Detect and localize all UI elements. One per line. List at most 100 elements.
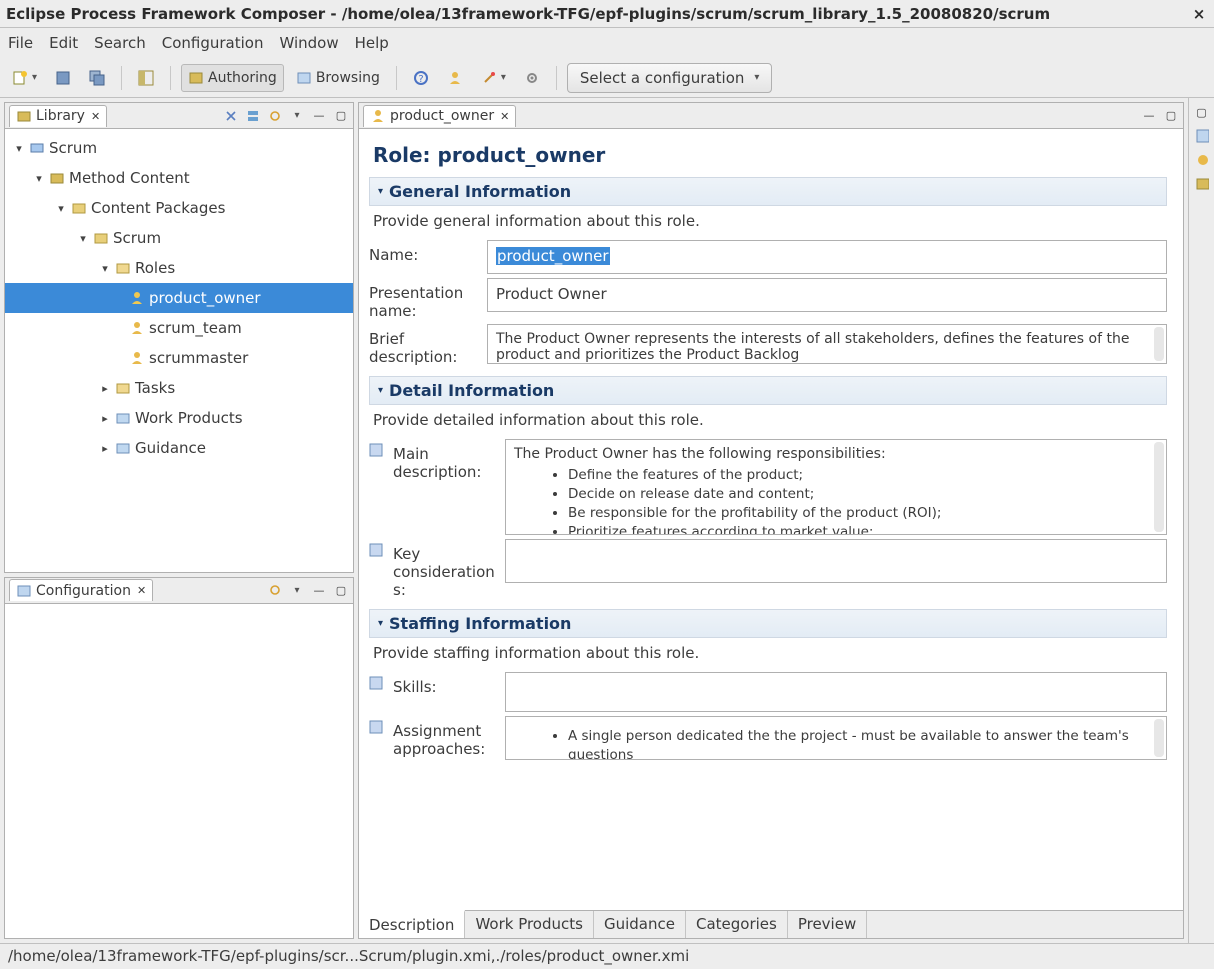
browsing-label: Browsing xyxy=(316,70,380,86)
expander-icon[interactable]: ▾ xyxy=(33,172,45,185)
tab-guidance[interactable]: Guidance xyxy=(594,911,686,938)
help-button[interactable]: ? xyxy=(407,64,435,92)
tree-node-roles[interactable]: ▾ Roles xyxy=(5,253,353,283)
expander-icon[interactable]: ▸ xyxy=(99,442,111,455)
library-tabstrip: Library ✕ ▾ — ▢ xyxy=(5,103,353,129)
expander-icon[interactable]: ▾ xyxy=(13,142,25,155)
pin-tool-button[interactable]: ▾ xyxy=(475,64,512,92)
save-button[interactable] xyxy=(49,64,77,92)
presentation-name-input[interactable]: Product Owner xyxy=(487,278,1167,312)
tab-categories[interactable]: Categories xyxy=(686,911,788,938)
main-description-input[interactable]: The Product Owner has the following resp… xyxy=(505,439,1167,535)
configuration-tab[interactable]: Configuration ✕ xyxy=(9,579,153,601)
tab-preview[interactable]: Preview xyxy=(788,911,867,938)
name-label: Name: xyxy=(369,240,479,264)
skills-input[interactable] xyxy=(505,672,1167,712)
tree-label: scrum_team xyxy=(149,319,242,337)
refresh-button[interactable] xyxy=(267,108,283,124)
menu-edit[interactable]: Edit xyxy=(49,34,78,52)
separator xyxy=(121,66,122,90)
tab-work-products[interactable]: Work Products xyxy=(465,911,594,938)
tree-node-scrum-plugin[interactable]: ▾Scrum xyxy=(5,133,353,163)
browsing-icon xyxy=(296,70,312,86)
menu-configuration[interactable]: Configuration xyxy=(162,34,264,52)
section-staffing-header[interactable]: ▾Staffing Information xyxy=(369,609,1167,638)
refresh-icon xyxy=(268,109,282,123)
cheatsheet-view-button[interactable] xyxy=(1194,152,1210,168)
expander-icon[interactable]: ▾ xyxy=(55,202,67,215)
authoring-perspective-button[interactable]: Authoring xyxy=(181,64,284,92)
window-close-button[interactable]: × xyxy=(1190,5,1208,23)
editor-body: Role: product_owner ▾General Information… xyxy=(358,128,1184,939)
minimize-button[interactable]: — xyxy=(311,582,327,598)
scrollbar[interactable] xyxy=(1154,719,1164,757)
close-icon[interactable]: ✕ xyxy=(500,110,509,123)
expander-icon[interactable]: ▾ xyxy=(77,232,89,245)
scrollbar[interactable] xyxy=(1154,327,1164,361)
view-menu-button[interactable]: ▾ xyxy=(289,582,305,598)
configuration-body xyxy=(5,604,353,938)
minimize-button[interactable]: — xyxy=(311,108,327,124)
tree-node-method-content[interactable]: ▾Method Content xyxy=(5,163,353,193)
library-tree[interactable]: ▾Scrum ▾Method Content ▾Content Packages… xyxy=(5,129,353,572)
chevron-down-icon: ▾ xyxy=(294,585,299,596)
menu-window[interactable]: Window xyxy=(279,34,338,52)
editor-tab-label: product_owner xyxy=(390,108,494,124)
link-editor-button[interactable] xyxy=(245,108,261,124)
assignment-approaches-input[interactable]: A single person dedicated the the projec… xyxy=(505,716,1167,760)
expander-icon[interactable]: ▸ xyxy=(99,412,111,425)
name-input[interactable]: product_owner xyxy=(487,240,1167,274)
minimize-button[interactable]: — xyxy=(1141,108,1157,124)
section-detail-desc: Provide detailed information about this … xyxy=(369,405,1167,435)
maximize-button[interactable]: ▢ xyxy=(333,108,349,124)
tree-node-scrum-package[interactable]: ▾Scrum xyxy=(5,223,353,253)
expander-icon[interactable]: ▾ xyxy=(99,262,111,275)
view-menu-button[interactable]: ▾ xyxy=(289,108,305,124)
close-icon[interactable]: ✕ xyxy=(91,110,100,123)
properties-view-button[interactable] xyxy=(1194,176,1210,192)
close-icon[interactable]: ✕ xyxy=(137,584,146,597)
editor-tab-product-owner[interactable]: product_owner ✕ xyxy=(363,105,516,127)
open-perspective-button[interactable] xyxy=(132,64,160,92)
tree-node-tasks[interactable]: ▸Tasks xyxy=(5,373,353,403)
assignment-list: A single person dedicated the the projec… xyxy=(568,727,1158,760)
menu-help[interactable]: Help xyxy=(355,34,389,52)
tree-node-scrummaster[interactable]: scrummaster xyxy=(5,343,353,373)
collapse-button[interactable] xyxy=(223,108,239,124)
tree-node-product-owner[interactable]: product_owner xyxy=(5,283,353,313)
library-tab[interactable]: Library ✕ xyxy=(9,105,107,127)
expander-icon[interactable]: ▸ xyxy=(99,382,111,395)
pin-icon xyxy=(481,70,497,86)
brief-description-value: The Product Owner represents the interes… xyxy=(496,331,1129,363)
editor-scroll[interactable]: Role: product_owner ▾General Information… xyxy=(359,129,1183,910)
configuration-selector[interactable]: Select a configuration ▾ xyxy=(567,63,773,93)
tree-node-guidance[interactable]: ▸Guidance xyxy=(5,433,353,463)
section-general-header[interactable]: ▾General Information xyxy=(369,177,1167,206)
key-considerations-input[interactable] xyxy=(505,539,1167,583)
key-considerations-label: Key considerations: xyxy=(393,539,497,599)
scrollbar[interactable] xyxy=(1154,442,1164,532)
new-wizard-button[interactable]: ▾ xyxy=(6,64,43,92)
editor-title: Role: product_owner xyxy=(373,143,1167,167)
tree-node-work-products[interactable]: ▸Work Products xyxy=(5,403,353,433)
save-all-button[interactable] xyxy=(83,64,111,92)
chevron-down-icon: ▾ xyxy=(501,72,506,83)
outline-view-button[interactable] xyxy=(1194,128,1210,144)
tree-label: Roles xyxy=(135,259,175,277)
rich-text-icon xyxy=(369,443,385,457)
role-tool-button[interactable] xyxy=(441,64,469,92)
tree-node-content-packages[interactable]: ▾Content Packages xyxy=(5,193,353,223)
menu-search[interactable]: Search xyxy=(94,34,146,52)
tab-description[interactable]: Description xyxy=(359,910,465,938)
tree-node-scrum-team[interactable]: scrum_team xyxy=(5,313,353,343)
maximize-button[interactable]: ▢ xyxy=(333,582,349,598)
maximize-button[interactable]: ▢ xyxy=(1163,108,1179,124)
task-tool-button[interactable] xyxy=(518,64,546,92)
section-detail-header[interactable]: ▾Detail Information xyxy=(369,376,1167,405)
menu-file[interactable]: File xyxy=(8,34,33,52)
refresh-button[interactable] xyxy=(267,582,283,598)
browsing-perspective-button[interactable]: Browsing xyxy=(290,64,386,92)
brief-description-input[interactable]: The Product Owner represents the interes… xyxy=(487,324,1167,364)
chevron-down-icon: ▾ xyxy=(754,72,759,83)
restore-button[interactable]: ▢ xyxy=(1194,104,1210,120)
